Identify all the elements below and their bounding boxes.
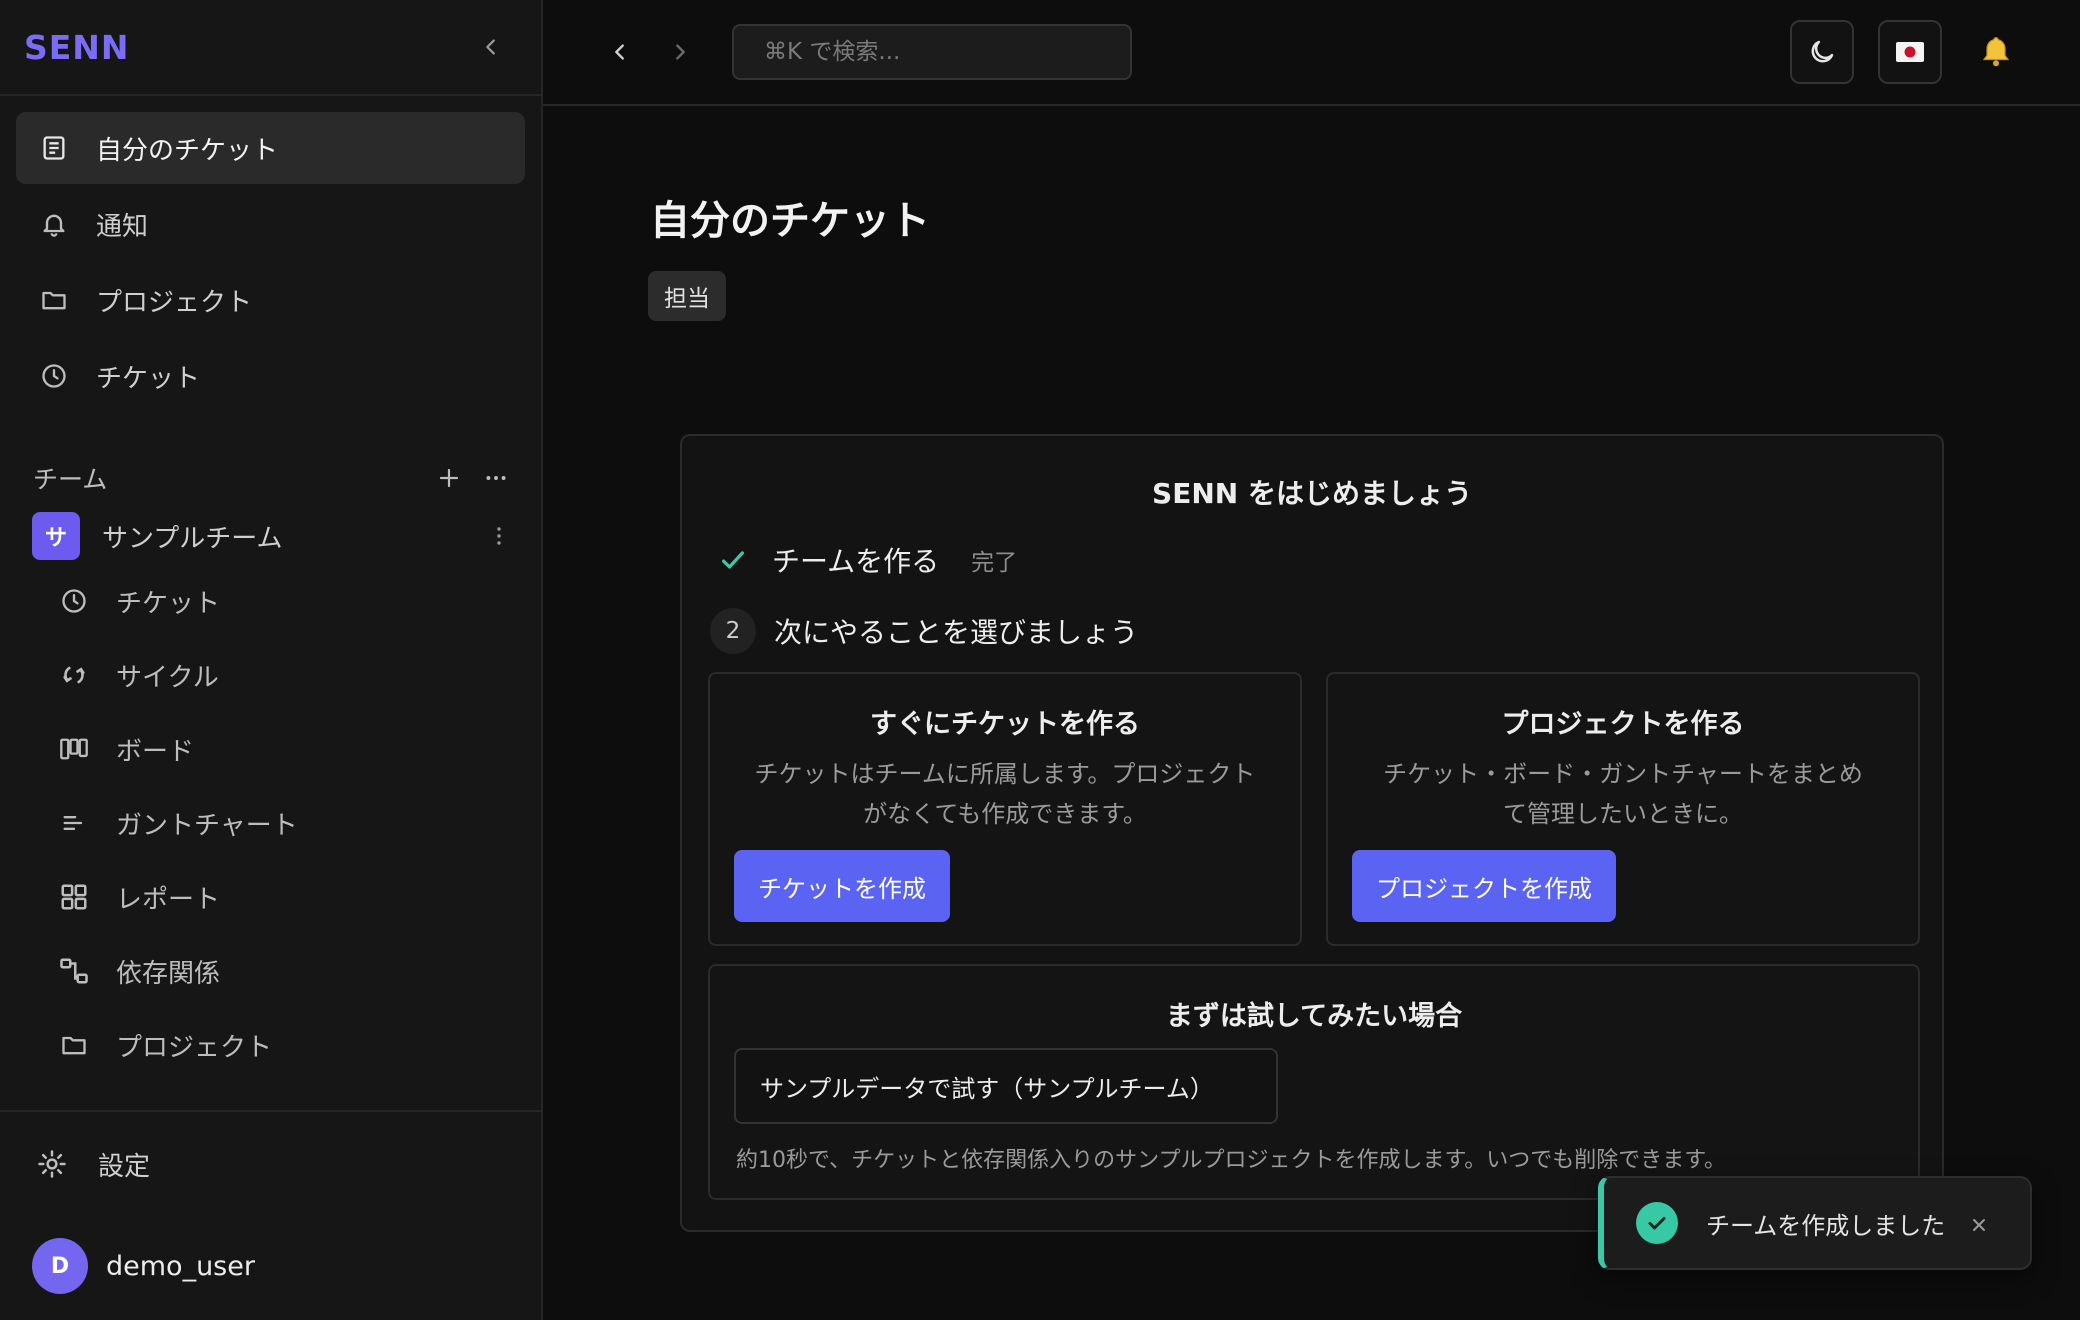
onboarding-step-2: 2 次にやることを選びましょう [710,608,1138,654]
brand-logo[interactable]: SENN [24,28,130,67]
team-avatar: サ [32,512,80,560]
team-nav-tickets[interactable]: チケット [56,564,541,638]
team-nav-projects[interactable]: プロジェクト [56,1008,541,1082]
trial-title: まずは試してみたい場合 [1165,1001,1463,1032]
team-nav-label: サイクル [116,662,219,693]
card-description-line: て管理したいときに。 [1503,800,1743,828]
user-name: demo_user [106,1250,255,1282]
onboarding-panel: SENN をはじめましょう チームを作る 完了 2 次にやることを選びましょう … [680,434,1944,1232]
folder-icon [36,282,72,318]
check-circle-icon [1636,1202,1678,1244]
card-description-line: がなくても作成できます。 [863,800,1147,828]
sample-data-button[interactable]: サンプルデータで試す（サンプルチーム） [734,1048,1278,1124]
nav-item-label: 通知 [96,211,149,242]
sidebar: SENN 自分のチケット 通知 プロジェクト チケット チーム サ サンプルチー… [0,0,543,1320]
nav-item-label: プロジェクト [96,287,253,318]
notifications-button[interactable] [1966,20,2026,84]
team-nav-label: ボード [116,736,195,767]
search-input[interactable] [732,24,1132,80]
page-title: 自分のチケット [650,198,930,244]
create-ticket-button[interactable]: チケットを作成 [734,850,950,922]
team-item-left: サ サンプルチーム [32,512,282,560]
filter-chip-assigned[interactable]: 担当 [648,271,726,321]
card-description: チケット・ボード・ガントチャートをまとめ て管理したいときに。 [1348,754,1898,834]
create-project-card: プロジェクトを作る チケット・ボード・ガントチャートをまとめ て管理したいときに… [1326,672,1920,946]
card-title: プロジェクトを作る [1501,709,1745,740]
team-section-header: チーム [0,452,541,504]
onboarding-step-1: チームを作る 完了 [716,540,1017,580]
grid-icon [56,879,92,915]
close-icon[interactable] [1968,1214,1990,1236]
nav-item-label: 自分のチケット [96,135,279,166]
dependency-icon [56,953,92,989]
nav-item-my-tickets[interactable]: 自分のチケット [16,112,525,184]
theme-toggle-button[interactable] [1790,20,1854,84]
top-actions [1766,20,2026,84]
step-number: 2 [710,608,756,654]
team-nav-reports[interactable]: レポート [56,860,541,934]
avatar: D [32,1238,88,1294]
onboarding-title: SENN をはじめましょう [1152,477,1472,510]
team-nav-label: チケット [116,588,221,619]
nav-item-label: チケット [96,363,201,394]
team-nav-label: 依存関係 [116,958,221,989]
check-icon [716,543,750,577]
team-nav-board[interactable]: ボード [56,712,541,786]
success-toast: チームを作成しました [1598,1176,2032,1270]
back-button[interactable] [600,32,640,72]
clock-icon [36,358,72,394]
chevron-left-icon[interactable] [473,29,509,65]
toast-message: チームを作成しました [1706,1211,1946,1240]
team-nav-gantt[interactable]: ガントチャート [56,786,541,860]
step-2-label: 次にやることを選びましょう [774,616,1139,649]
card-description-line: チケット・ボード・ガントチャートをまとめ [1383,760,1863,788]
language-button[interactable] [1878,20,1942,84]
team-nav-label: プロジェクト [116,1032,273,1063]
sidebar-footer: 設定 D demo_user [0,1110,541,1320]
moon-icon [1807,37,1837,67]
board-icon [56,731,92,767]
settings-link[interactable]: 設定 [0,1112,541,1216]
vertical-ellipsis-icon[interactable] [487,524,511,548]
main-nav: 自分のチケット 通知 プロジェクト チケット [0,96,541,412]
gantt-icon [56,805,92,841]
nav-item-notifications[interactable]: 通知 [16,188,525,260]
team-name: サンプルチーム [102,523,283,554]
nav-item-projects[interactable]: プロジェクト [16,264,525,336]
card-description-line: チケットはチームに所属します。プロジェクト [754,760,1256,788]
document-icon [36,130,72,166]
team-nav-cycles[interactable]: サイクル [56,638,541,712]
nav-item-tickets[interactable]: チケット [16,340,525,412]
team-nav-label: レポート [116,884,221,915]
team-nav-dependencies[interactable]: 依存関係 [56,934,541,1008]
folder-icon [56,1027,92,1063]
team-nav-label: ガントチャート [116,810,298,841]
team-nav: チケット サイクル ボード ガントチャート レポート 依存関係 プロジェクト [0,564,541,1082]
top-bar [543,0,2080,106]
trial-note: 約10秒で、チケットと依存関係入りのサンプルプロジェクトを作成します。いつでも削… [736,1148,1727,1173]
card-title: すぐにチケットを作る [870,709,1140,740]
forward-button[interactable] [660,32,700,72]
user-menu[interactable]: D demo_user [0,1216,541,1316]
japan-flag-icon [1896,42,1924,62]
settings-label: 設定 [98,1151,151,1182]
create-ticket-card: すぐにチケットを作る チケットはチームに所属します。プロジェクト がなくても作成… [708,672,1302,946]
cycle-icon [56,657,92,693]
clock-icon [56,583,92,619]
gear-icon [34,1146,70,1182]
trial-card: まずは試してみたい場合 サンプルデータで試す（サンプルチーム） 約10秒で、チケ… [708,964,1920,1200]
ellipsis-icon[interactable] [483,465,509,491]
team-item[interactable]: サ サンプルチーム [0,508,541,564]
create-project-button[interactable]: プロジェクトを作成 [1352,850,1616,922]
bell-icon [36,206,72,242]
sidebar-header: SENN [0,0,541,96]
step-1-label: チームを作る [772,545,940,578]
card-description: チケットはチームに所属します。プロジェクト がなくても作成できます。 [730,754,1280,834]
step-1-status: 完了 [971,550,1018,576]
team-section-actions [437,465,509,491]
bell-icon [1978,34,2014,70]
team-section-label: チーム [33,465,108,494]
plus-icon[interactable] [437,466,461,490]
